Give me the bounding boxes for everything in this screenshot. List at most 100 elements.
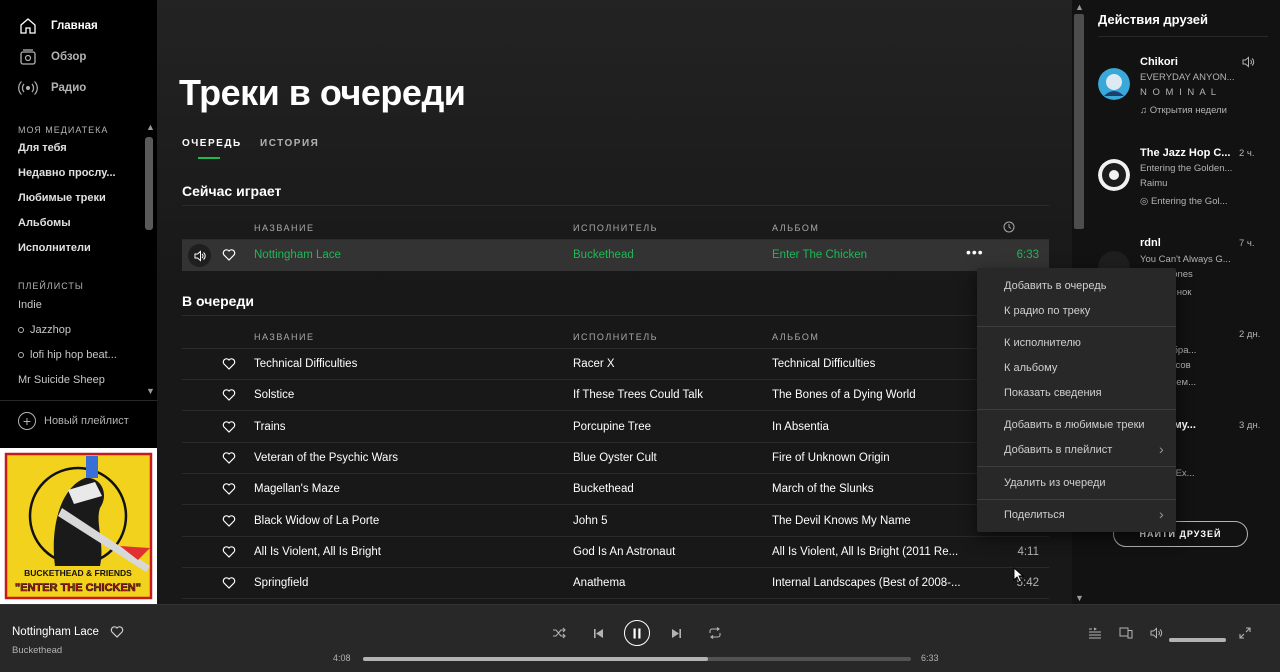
track-artist[interactable]: Racer X	[573, 358, 753, 370]
track-album[interactable]: March of the Slunks	[772, 483, 967, 495]
menu-add-to-playlist[interactable]: Добавить в плейлист	[1004, 444, 1112, 456]
column-album-header[interactable]: АЛЬБОМ	[772, 223, 819, 233]
playlist-item-indie[interactable]: Indie	[18, 299, 143, 311]
track-title[interactable]: Trains	[254, 421, 554, 433]
heart-icon[interactable]	[222, 248, 236, 262]
library-item-albums[interactable]: Альбомы	[18, 217, 143, 229]
now-playing-artist[interactable]: Buckethead	[12, 645, 62, 656]
nav-browse[interactable]: Обзор	[18, 45, 86, 69]
now-playing-row[interactable]: Nottingham Lace Buckethead Enter The Chi…	[182, 240, 1049, 271]
queue-track-row[interactable]: Trains Porcupine Tree In Absentia	[182, 412, 1049, 443]
track-title[interactable]: Nottingham Lace	[254, 249, 554, 261]
shuffle-button[interactable]	[549, 623, 569, 643]
playlist-item-jazzhop[interactable]: Jazzhop	[18, 324, 143, 336]
nav-radio[interactable]: Радио	[18, 76, 86, 100]
menu-go-to-album[interactable]: К альбому	[1004, 362, 1057, 374]
heart-icon[interactable]	[222, 451, 236, 465]
track-artist[interactable]: God Is An Astronaut	[573, 546, 753, 558]
queue-track-row[interactable]: Veteran of the Psychic Wars Blue Öyster C…	[182, 443, 1049, 474]
main-scroll-up-icon[interactable]: ▲	[1075, 2, 1084, 12]
menu-share[interactable]: Поделиться	[1004, 509, 1065, 521]
queue-track-row[interactable]: Springfield Anathema Internal Landscapes (…	[182, 568, 1049, 600]
tab-queue[interactable]: ОЧЕРЕДЬ	[182, 138, 242, 159]
track-artist[interactable]: Anathema	[573, 577, 753, 589]
library-item-recent[interactable]: Недавно прослу...	[18, 167, 143, 179]
track-title[interactable]: All Is Violent, All Is Bright	[254, 546, 554, 558]
track-album[interactable]: All Is Violent, All Is Bright (2011 Re..…	[772, 546, 967, 558]
track-album[interactable]: In Absentia	[772, 421, 967, 433]
heart-icon[interactable]	[222, 576, 236, 590]
friend-artist[interactable]: Raimu	[1140, 178, 1237, 189]
queue-button[interactable]	[1085, 623, 1105, 643]
heart-icon[interactable]	[222, 388, 236, 402]
volume-button[interactable]	[1147, 623, 1167, 643]
friend-name[interactable]: rdnl	[1140, 237, 1235, 249]
friend-artist[interactable]: N O M I N A L	[1140, 87, 1237, 98]
friend-track[interactable]: Entering the Golden...	[1140, 163, 1237, 174]
next-button[interactable]	[666, 623, 686, 643]
friend-context[interactable]: ◎ Entering the Gol...	[1140, 196, 1260, 207]
column-title-header[interactable]: НАЗВАНИЕ	[254, 223, 315, 233]
track-artist[interactable]: John 5	[573, 515, 753, 527]
track-artist[interactable]: Buckethead	[573, 483, 753, 495]
playlist-item-suicide-sheep[interactable]: Mr Suicide Sheep	[18, 374, 143, 386]
sidebar-scrollbar[interactable]	[145, 137, 153, 230]
album-cover[interactable]: BUCKETHEAD & FRIENDS "ENTER THE CHICKEN"	[0, 448, 157, 604]
menu-save-to-liked[interactable]: Добавить в любимые треки	[1004, 419, 1145, 431]
nav-home[interactable]: Главная	[18, 14, 98, 38]
playlist-item-lofi[interactable]: lofi hip hop beat...	[18, 349, 143, 361]
library-item-artists[interactable]: Исполнители	[18, 242, 143, 254]
previous-button[interactable]	[588, 623, 608, 643]
track-title[interactable]: Black Widow of La Porte	[254, 515, 554, 527]
avatar[interactable]	[1098, 68, 1130, 100]
friend-context[interactable]: ♫ Открытия недели	[1140, 105, 1260, 116]
track-title[interactable]: Springfield	[254, 577, 554, 589]
column-artist-header[interactable]: ИСПОЛНИТЕЛЬ	[573, 223, 658, 233]
queue-track-row[interactable]: Technical Difficulties Racer X Technical D…	[182, 349, 1049, 380]
playback-progress-bar[interactable]	[363, 657, 911, 661]
queue-track-row[interactable]: All Is Violent, All Is Bright God Is An A…	[182, 537, 1049, 568]
track-title[interactable]: Veteran of the Psychic Wars	[254, 452, 554, 464]
friend-name[interactable]: Chikori	[1140, 56, 1235, 68]
heart-icon[interactable]	[222, 420, 236, 434]
track-title[interactable]: Technical Difficulties	[254, 358, 554, 370]
track-title[interactable]: Solstice	[254, 389, 554, 401]
sidebar-scroll-up-icon[interactable]: ▲	[146, 122, 155, 132]
menu-add-to-queue[interactable]: Добавить в очередь	[1004, 280, 1106, 292]
repeat-button[interactable]	[705, 623, 725, 643]
track-album[interactable]: Fire of Unknown Origin	[772, 452, 967, 464]
heart-icon[interactable]	[222, 545, 236, 559]
menu-remove-from-queue[interactable]: Удалить из очереди	[1004, 477, 1106, 489]
track-artist[interactable]: If These Trees Could Talk	[573, 389, 753, 401]
queue-track-row[interactable]: Magellan's Maze Buckethead March of the Sl…	[182, 474, 1049, 506]
heart-icon[interactable]	[110, 625, 124, 639]
menu-go-to-artist[interactable]: К исполнителю	[1004, 337, 1081, 349]
track-artist[interactable]: Buckethead	[573, 249, 753, 261]
avatar[interactable]	[1098, 159, 1130, 191]
heart-icon[interactable]	[222, 357, 236, 371]
track-album[interactable]: Technical Difficulties	[772, 358, 967, 370]
track-album[interactable]: The Devil Knows My Name	[772, 515, 967, 527]
queue-track-row[interactable]: Black Widow of La Porte John 5 The Devil K…	[182, 506, 1049, 537]
now-playing-title[interactable]: Nottingham Lace	[12, 626, 99, 638]
track-album[interactable]: The Bones of a Dying World	[772, 389, 967, 401]
track-artist[interactable]: Porcupine Tree	[573, 421, 753, 433]
track-title[interactable]: Magellan's Maze	[254, 483, 554, 495]
sidebar-scroll-down-icon[interactable]: ▼	[146, 386, 155, 396]
track-album[interactable]: Internal Landscapes (Best of 2008-...	[772, 577, 967, 589]
friend-name[interactable]: The Jazz Hop C...	[1140, 147, 1235, 159]
volume-slider[interactable]	[1169, 638, 1226, 642]
track-album[interactable]: Enter The Chicken	[772, 249, 952, 261]
library-item-for-you[interactable]: Для тебя	[18, 142, 143, 154]
column-artist-header[interactable]: ИСПОЛНИТЕЛЬ	[573, 332, 658, 342]
more-options-icon[interactable]: •••	[966, 244, 984, 260]
new-playlist-button[interactable]: + Новый плейлист	[18, 412, 129, 430]
friend-track[interactable]: You Can't Always G...	[1140, 254, 1237, 265]
main-scrollbar[interactable]	[1074, 14, 1084, 229]
pause-button[interactable]	[624, 620, 650, 646]
library-item-liked[interactable]: Любимые треки	[18, 192, 143, 204]
speaker-icon[interactable]	[188, 244, 211, 267]
fullscreen-button[interactable]	[1235, 623, 1255, 643]
column-album-header[interactable]: АЛЬБОМ	[772, 332, 819, 342]
menu-show-credits[interactable]: Показать сведения	[1004, 387, 1102, 399]
